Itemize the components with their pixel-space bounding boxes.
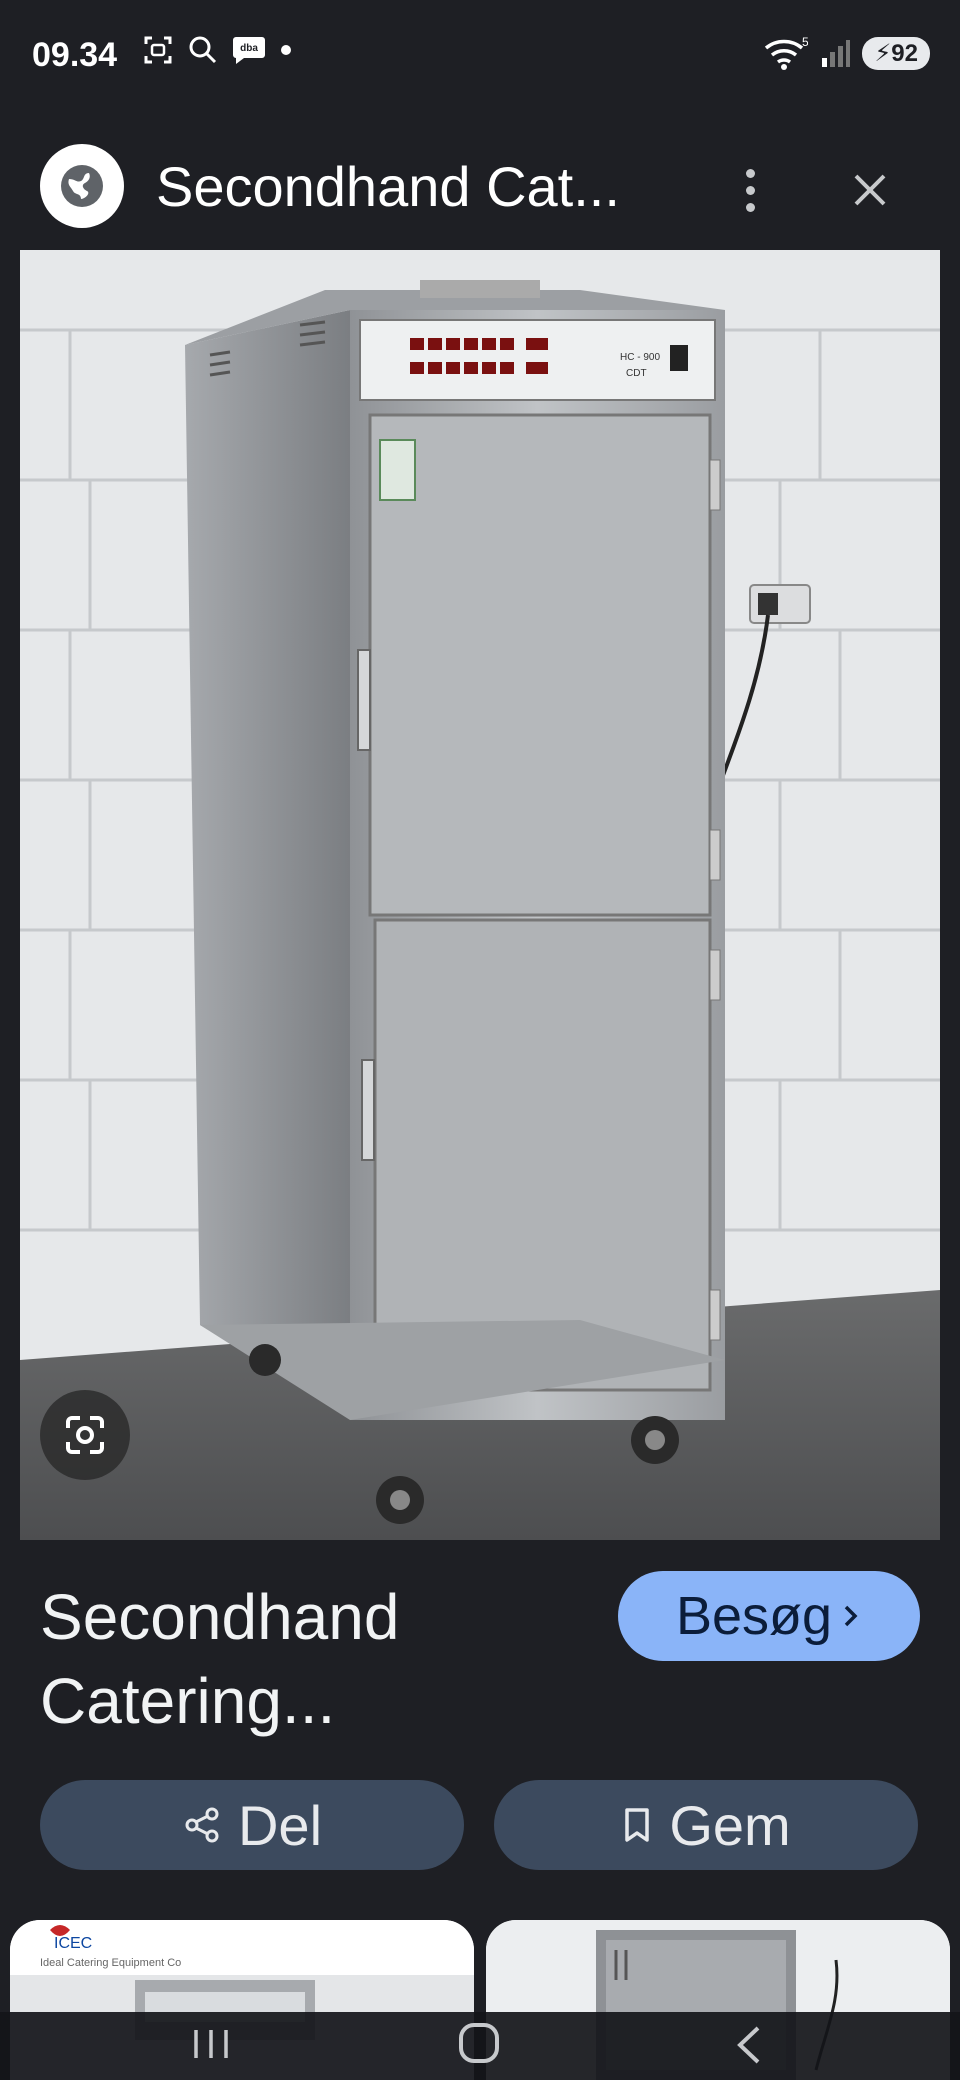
svg-text:5: 5: [802, 36, 808, 49]
cabinet-side: [185, 310, 350, 1415]
status-bar: 09.34 dba 5 ⚡92: [0, 0, 960, 110]
save-button[interactable]: Gem: [494, 1780, 918, 1870]
close-icon[interactable]: [840, 160, 900, 220]
result-title-line1: Secondhand: [40, 1581, 400, 1653]
battery-icon: ⚡92: [862, 36, 930, 70]
result-title[interactable]: Secondhand Catering...: [40, 1575, 600, 1743]
bookmark-icon: [625, 1808, 650, 1842]
share-button[interactable]: Del: [40, 1780, 464, 1870]
thumb-brand: ICEC: [54, 1935, 92, 1952]
thumb-caption: Ideal Catering Equipment Co: [40, 1957, 181, 1969]
status-time: 09.34: [32, 36, 118, 74]
panel-model-label: HC - 900: [620, 352, 660, 363]
control-panel: [359, 319, 716, 401]
wifi-icon: 5: [765, 36, 808, 70]
lower-door: [373, 918, 712, 1392]
screenshot-icon: [144, 36, 172, 64]
back-icon[interactable]: [730, 2022, 770, 2068]
share-label: Del: [237, 1793, 323, 1857]
page-header: Secondhand Cat...: [0, 140, 960, 232]
battery-level: 92: [891, 39, 918, 67]
search-icon: [189, 36, 217, 64]
more-vert-icon[interactable]: [730, 160, 770, 220]
recent-apps-icon[interactable]: [190, 2024, 232, 2064]
globe-icon[interactable]: [40, 144, 124, 228]
panel-sub-label: CDT: [626, 368, 647, 379]
product-image[interactable]: HC - 900 CDT: [20, 250, 940, 1540]
signal-icon: [822, 40, 851, 67]
lens-icon: [66, 1416, 104, 1454]
chevron-right-icon: [844, 1605, 858, 1627]
system-nav-bar: [0, 2012, 960, 2080]
svg-text:dba: dba: [240, 43, 258, 54]
dba-icon: dba: [233, 37, 265, 64]
upper-door: [368, 413, 712, 917]
dot-icon: [281, 45, 291, 55]
share-icon: [185, 1807, 219, 1843]
page-title: Secondhand Cat...: [156, 155, 620, 218]
result-title-line2: Catering...: [40, 1665, 336, 1737]
lens-search-button[interactable]: [40, 1390, 130, 1480]
visit-label: Besøg: [675, 1586, 833, 1646]
home-icon[interactable]: [456, 2020, 502, 2066]
visit-button[interactable]: Besøg: [618, 1571, 920, 1661]
catering-cabinet-photo: HC - 900 CDT: [20, 250, 940, 1540]
save-label: Gem: [669, 1793, 791, 1857]
